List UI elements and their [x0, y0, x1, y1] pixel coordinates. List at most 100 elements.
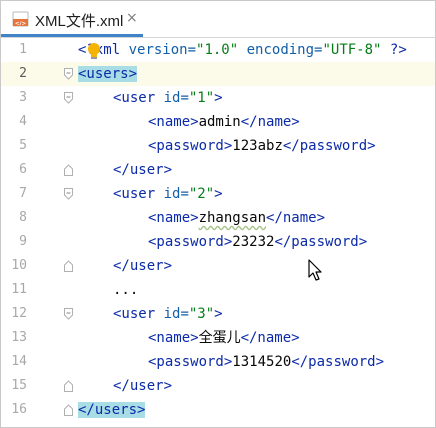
- code-line: 12 <user id="3">: [1, 302, 435, 326]
- attr-value: "UTF-8": [322, 42, 382, 58]
- code-line: 9 <password>23232</password>: [1, 230, 435, 254]
- xml-tag: <password>: [148, 354, 233, 370]
- xml-text: 23232: [232, 234, 275, 250]
- line-number: 9: [19, 234, 27, 249]
- code-line: 14 <password>1314520</password>: [1, 350, 435, 374]
- xml-tag: </user>: [113, 162, 173, 178]
- line-code: <user id="1">: [113, 86, 223, 110]
- code-line-current: 2 <users>: [1, 62, 435, 86]
- xml-text: 全蛋儿: [198, 330, 241, 346]
- xml-tag: </user>: [113, 378, 173, 394]
- line-number: 1: [19, 42, 27, 57]
- xml-tag: <user: [113, 306, 156, 322]
- mouse-cursor-icon: [308, 259, 322, 281]
- fold-open-icon[interactable]: [64, 92, 73, 104]
- fold-open-icon[interactable]: [64, 308, 73, 320]
- code-line: 1 <?xml version="1.0" encoding="UTF-8" ?…: [1, 38, 435, 62]
- xml-tag: >: [214, 306, 223, 322]
- attr-name: version=: [120, 42, 197, 58]
- line-number: 7: [19, 186, 27, 201]
- line-code: </user>: [113, 374, 172, 398]
- xml-tag: <password>: [148, 234, 233, 250]
- line-number: 10: [11, 258, 27, 273]
- xml-tag: >: [214, 90, 223, 106]
- editor-tab-bar: </> XML文件.xml ×: [1, 1, 435, 38]
- line-code: <user id="2">: [113, 182, 223, 206]
- xml-file-icon: </>: [12, 11, 29, 27]
- line-code: ...: [113, 278, 138, 302]
- code-line: 10 </user>: [1, 254, 435, 278]
- svg-text:</>: </>: [15, 21, 27, 27]
- editor-window: </> XML文件.xml × 1 <?xml version="1.0" en…: [0, 0, 436, 428]
- code-line: 7 <user id="2">: [1, 182, 435, 206]
- xml-tag: <name>: [148, 114, 199, 130]
- code-line: 8 <name>zhangsan</name>: [1, 206, 435, 230]
- xml-text: ...: [113, 282, 139, 298]
- line-code: </users>: [78, 398, 146, 422]
- attr-value: "1": [188, 90, 215, 106]
- xml-tag: </user>: [113, 258, 173, 274]
- line-code: <name>全蛋儿</name>: [148, 326, 300, 350]
- line-number: 4: [19, 114, 27, 129]
- xml-tag: <user: [113, 90, 156, 106]
- line-code: <password>23232</password>: [148, 230, 367, 254]
- xml-tag: </name>: [266, 210, 326, 226]
- line-code: <name>zhangsan</name>: [148, 206, 325, 230]
- xml-tag: </name>: [240, 114, 300, 130]
- line-number: 16: [11, 402, 27, 417]
- code-line: 4 <name>admin</name>: [1, 110, 435, 134]
- xml-tag: </password>: [282, 138, 376, 154]
- xml-tag: >: [214, 186, 223, 202]
- file-tab[interactable]: </> XML文件.xml ×: [1, 1, 143, 37]
- code-line: 5 <password>123abz</password>: [1, 134, 435, 158]
- xml-text-typo: zhangsan: [198, 210, 267, 226]
- line-code: </user>: [113, 158, 172, 182]
- attr-name: id=: [155, 306, 189, 322]
- attr-value: "1.0": [196, 42, 239, 58]
- fold-open-icon[interactable]: [64, 68, 73, 80]
- line-number: 15: [11, 378, 27, 393]
- xml-tag: <user: [113, 186, 156, 202]
- attr-name: encoding=: [238, 42, 323, 58]
- code-line: 6 </user>: [1, 158, 435, 182]
- xml-text: 123abz: [232, 138, 283, 154]
- xml-tag-highlighted: <users>: [78, 66, 138, 82]
- fold-close-icon[interactable]: [64, 164, 73, 176]
- line-code: </user>: [113, 254, 172, 278]
- line-code: <users>: [78, 62, 138, 86]
- xml-text: admin: [198, 114, 241, 130]
- line-number: 3: [19, 90, 27, 105]
- line-number: 12: [11, 306, 27, 321]
- xml-text: 1314520: [232, 354, 292, 370]
- line-number: 11: [11, 282, 27, 297]
- attr-value: "2": [188, 186, 215, 202]
- line-code: <password>123abz</password>: [148, 134, 376, 158]
- code-editor[interactable]: 1 <?xml version="1.0" encoding="UTF-8" ?…: [1, 38, 435, 427]
- xml-tag: <password>: [148, 138, 233, 154]
- attr-name: id=: [155, 90, 189, 106]
- line-code: <name>admin</name>: [148, 110, 300, 134]
- line-number: 5: [19, 138, 27, 153]
- attr-value: "3": [188, 306, 215, 322]
- lightbulb-icon[interactable]: [86, 42, 102, 60]
- line-number: 14: [11, 354, 27, 369]
- line-number: 6: [19, 162, 27, 177]
- xml-tag-highlighted: </users>: [78, 402, 146, 418]
- close-tab-icon[interactable]: ×: [126, 10, 138, 26]
- fold-close-icon[interactable]: [64, 404, 73, 416]
- xml-tag: <name>: [148, 210, 199, 226]
- code-line: 13 <name>全蛋儿</name>: [1, 326, 435, 350]
- code-line: 11 ...: [1, 278, 435, 302]
- fold-open-icon[interactable]: [64, 188, 73, 200]
- line-number: 13: [11, 330, 27, 345]
- attr-name: id=: [155, 186, 189, 202]
- xml-tag: </name>: [240, 330, 300, 346]
- tab-title: XML文件.xml: [35, 13, 124, 30]
- fold-close-icon[interactable]: [64, 260, 73, 272]
- xml-tag: </password>: [274, 234, 368, 250]
- line-number: 2: [19, 66, 27, 81]
- fold-close-icon[interactable]: [64, 380, 73, 392]
- code-line: 3 <user id="1">: [1, 86, 435, 110]
- line-code: <user id="3">: [113, 302, 223, 326]
- xml-tag: </password>: [291, 354, 385, 370]
